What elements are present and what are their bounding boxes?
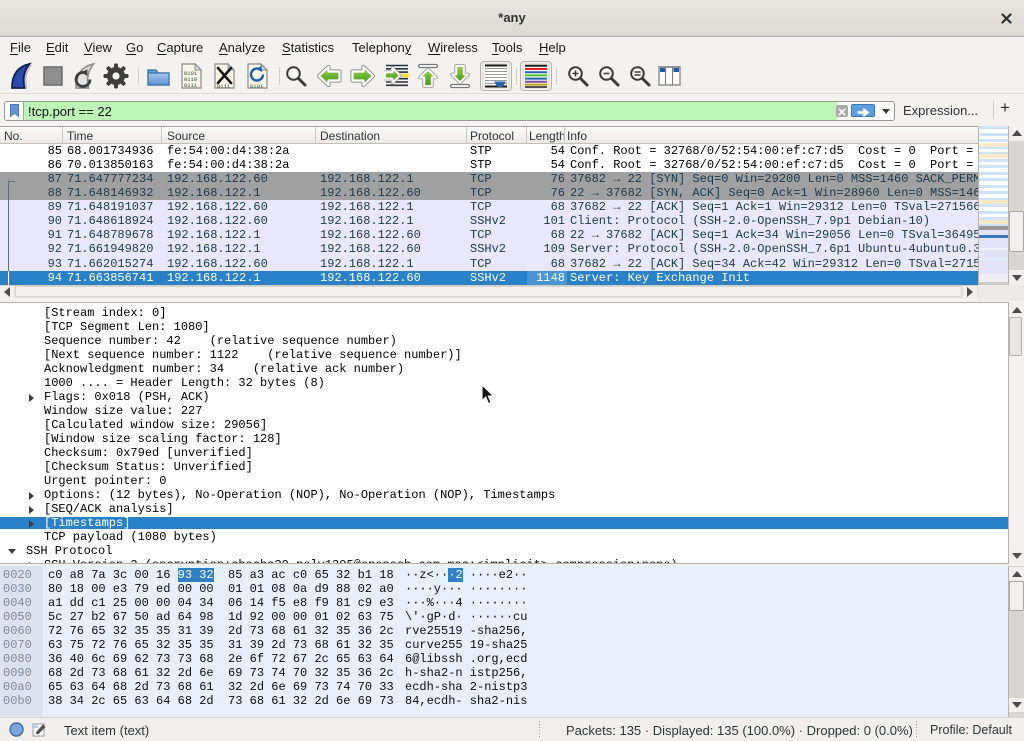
svg-text:0111: 0111 <box>184 82 198 89</box>
svg-text:0101: 0101 <box>250 83 264 90</box>
svg-text:0111: 0111 <box>217 83 231 90</box>
